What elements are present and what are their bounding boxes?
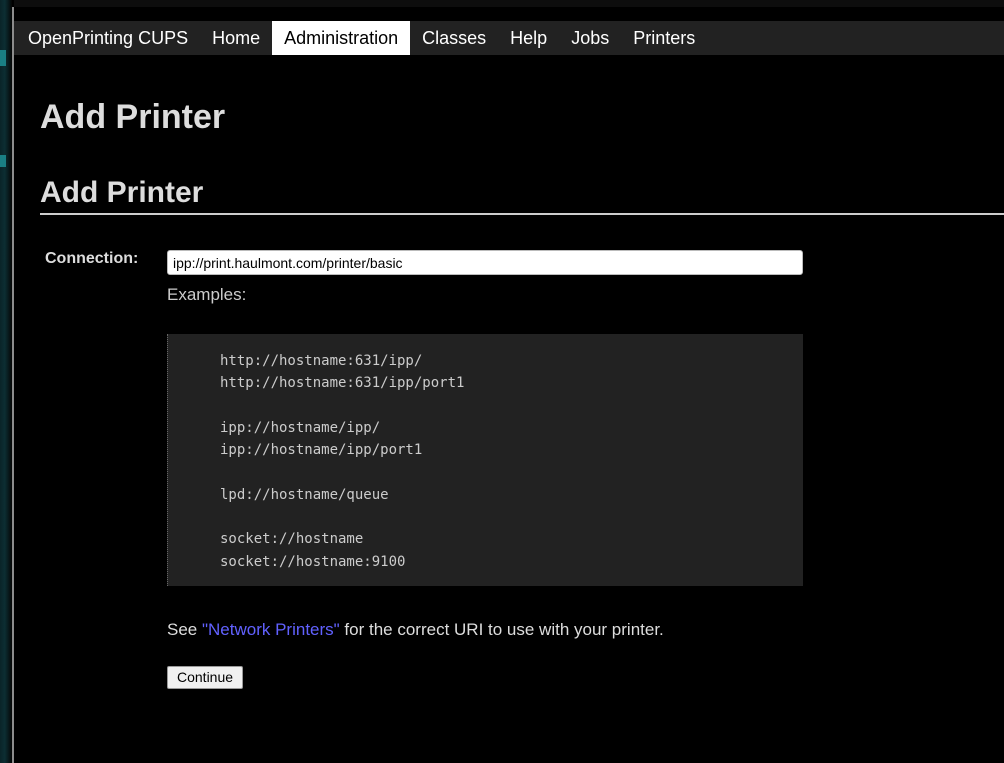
nav-item-printers[interactable]: Printers: [621, 21, 707, 55]
nav-item-classes[interactable]: Classes: [410, 21, 498, 55]
section-divider: [40, 213, 1004, 215]
example-uri: lpd://hostname/queue: [220, 486, 389, 503]
examples-label: Examples:: [167, 285, 247, 304]
nav-item-home[interactable]: Home: [200, 21, 272, 55]
example-uri: socket://hostname:9100: [220, 553, 406, 570]
section-title: Add Printer: [40, 176, 204, 209]
example-uri: http://hostname:631/ipp/: [220, 353, 423, 369]
help-text-prefix: See: [167, 620, 202, 639]
help-text-suffix: for the correct URI to use with your pri…: [339, 620, 664, 639]
nav-item-help[interactable]: Help: [498, 21, 559, 55]
nav-item-administration[interactable]: Administration: [272, 21, 411, 55]
network-printers-link[interactable]: "Network Printers": [202, 620, 340, 639]
examples-code-block: http://hostname:631/ipp/ http://hostname…: [167, 334, 803, 586]
nav-brand[interactable]: OpenPrinting CUPS: [14, 21, 200, 55]
top-navbar: OpenPrinting CUPS Home Administration Cl…: [14, 21, 1004, 55]
nav-item-jobs[interactable]: Jobs: [559, 21, 621, 55]
example-uri: socket://hostname: [220, 531, 364, 548]
example-uri: ipp://hostname/ipp/port1: [220, 442, 423, 459]
connection-input[interactable]: [167, 250, 803, 275]
window-edge-gradient: [0, 0, 12, 763]
window-edge-accent: [0, 155, 6, 167]
window-edge-accent: [0, 50, 6, 66]
connection-label: Connection:: [45, 250, 139, 267]
top-strip: [0, 0, 1004, 7]
help-text: See "Network Printers" for the correct U…: [167, 620, 664, 640]
page-title: Add Printer: [40, 98, 226, 136]
example-blank-line: [220, 395, 803, 417]
cups-page: OpenPrinting CUPS Home Administration Cl…: [0, 0, 1004, 763]
window-left-edge: [0, 0, 14, 763]
window-edge-line: [12, 7, 14, 763]
example-uri: http://hostname:631/ipp/port1: [220, 375, 465, 392]
example-blank-line: [220, 461, 803, 483]
continue-button[interactable]: Continue: [167, 666, 244, 689]
example-uri: ipp://hostname/ipp/: [220, 419, 381, 436]
example-blank-line: [220, 506, 803, 528]
